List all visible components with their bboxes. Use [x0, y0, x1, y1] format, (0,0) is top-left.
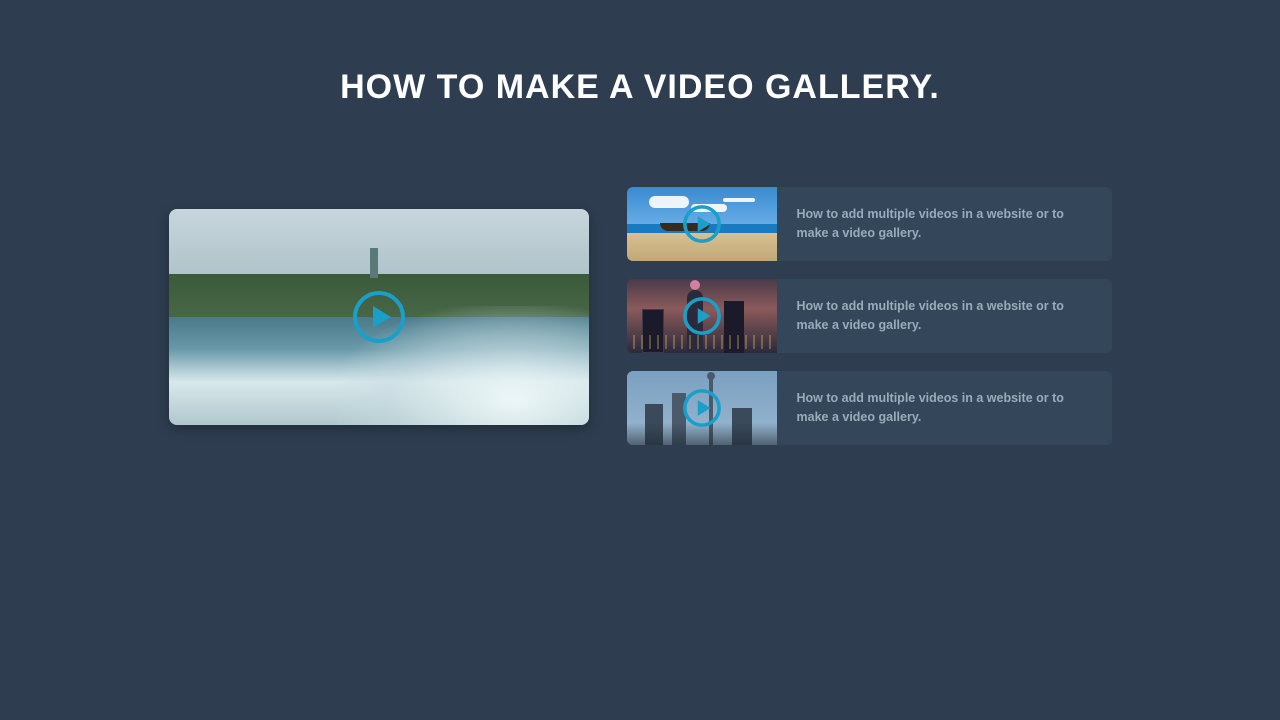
playlist-thumbnail [627, 371, 777, 445]
video-playlist: How to add multiple videos in a website … [627, 187, 1112, 445]
playlist-item[interactable]: How to add multiple videos in a website … [627, 371, 1112, 445]
playlist-thumbnail [627, 187, 777, 261]
main-video-player[interactable] [169, 209, 589, 425]
gallery-container: How to add multiple videos in a website … [0, 187, 1280, 445]
page-title: HOW TO MAKE A VIDEO GALLERY. [0, 0, 1280, 107]
main-video-thumbnail [169, 209, 589, 425]
playlist-item-title: How to add multiple videos in a website … [777, 371, 1112, 445]
playlist-item[interactable]: How to add multiple videos in a website … [627, 187, 1112, 261]
playlist-item-title: How to add multiple videos in a website … [777, 187, 1112, 261]
playlist-thumbnail [627, 279, 777, 353]
playlist-item-title: How to add multiple videos in a website … [777, 279, 1112, 353]
playlist-item[interactable]: How to add multiple videos in a website … [627, 279, 1112, 353]
